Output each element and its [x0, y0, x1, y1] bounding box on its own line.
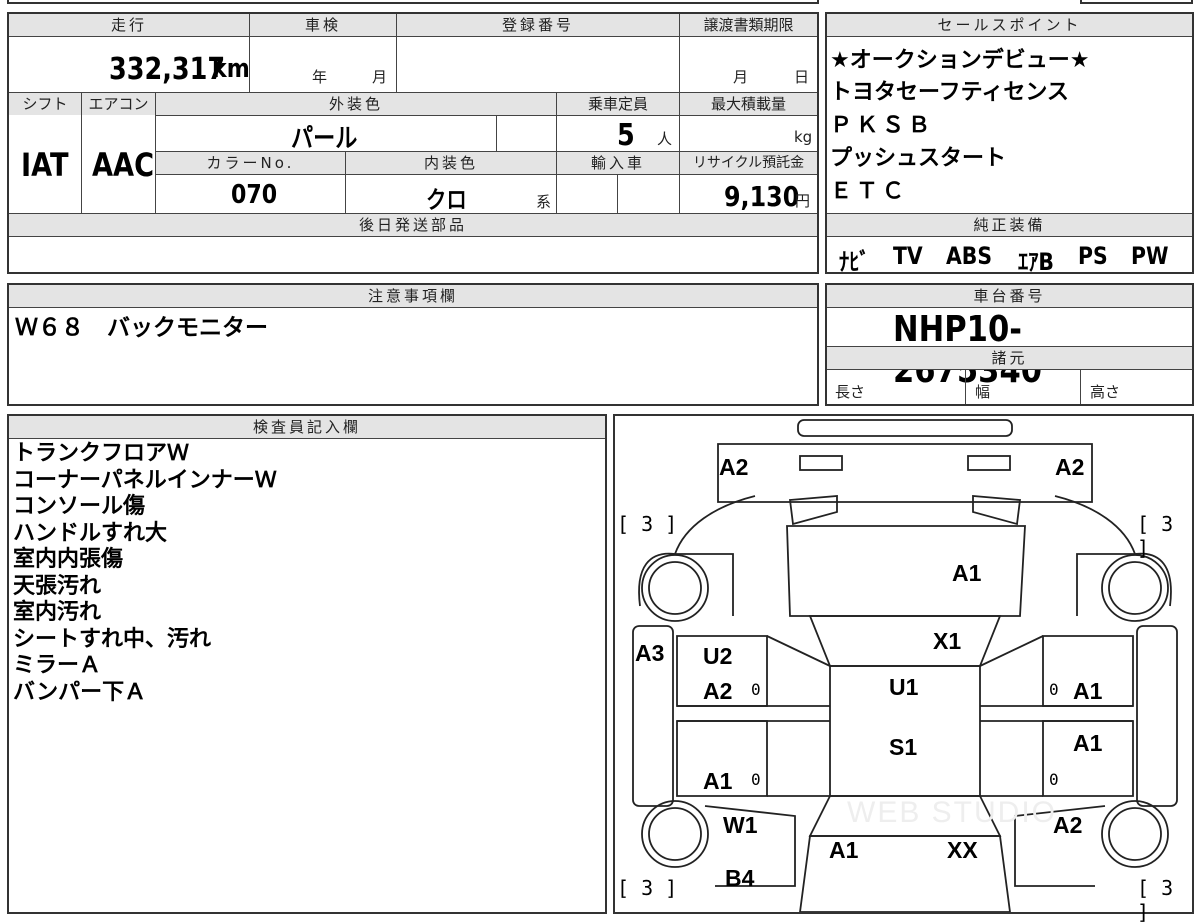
inspection-header: 車検	[250, 14, 396, 36]
damage-rear-left: A2	[719, 454, 749, 480]
mileage-unit: km	[212, 54, 250, 84]
capacity-header: 乗車定員	[557, 93, 679, 115]
max-load-header: 最大積載量	[680, 93, 817, 115]
damage-left-front-door: A1	[703, 768, 733, 794]
tire-mark-rear-left: [ 3 ]	[617, 512, 678, 536]
damage-hood-right: XX	[947, 837, 978, 863]
inspector-line: コンソール傷	[13, 494, 146, 519]
inspector-box: 検査員記入欄 トランクフロアＷ コーナーパネルインナーＷ コンソール傷 ハンドル…	[7, 414, 607, 914]
car-outline-diagram	[632, 419, 1178, 912]
inspector-line: 室内汚れ	[13, 600, 102, 625]
equipment-item: ABS	[945, 242, 992, 270]
notes-header: 注意事項欄	[9, 285, 817, 307]
equipment-list: ﾅﾋﾞ TV ABS ｴｱB PS PW	[839, 242, 1175, 277]
aircon-header: エアコン	[82, 93, 155, 115]
recycle-header: リサイクル預託金	[680, 152, 817, 174]
damage-left-rear-door-bottom: A2	[703, 678, 733, 704]
width-label: 幅	[975, 383, 991, 401]
vehicle-info-box: 走行 車検 登録番号 譲渡書類期限 332,317 km 年 月 月 日 シフト…	[7, 12, 819, 274]
inspector-notes: トランクフロアＷ コーナーパネルインナーＷ コンソール傷 ハンドルすれ大 室内内…	[13, 441, 277, 706]
inspector-header: 検査員記入欄	[9, 416, 605, 438]
sales-point-item: ＥＴＣ	[830, 179, 909, 204]
damage-right-rear-door: A1	[1073, 678, 1103, 704]
tire-mark-rear-right: [ 3 ]	[1137, 512, 1174, 560]
equipment-item: PW	[1131, 242, 1169, 270]
damage-left-front-zero: 0	[751, 770, 761, 789]
inspector-line: トランクフロアＷ	[13, 441, 190, 466]
spec-header: 諸元	[827, 347, 1192, 369]
damage-diagram-box: [ 3 ] [ 3 ] [ 3 ] [ 3 ] A2 A2 A1 X1 A3 U…	[613, 414, 1194, 924]
equipment-item: TV	[893, 242, 923, 270]
sales-point-item: ＰＫＳＢ	[830, 113, 935, 138]
damage-left-fender: W1	[723, 812, 758, 838]
exterior-color-value: パール	[291, 124, 358, 154]
inspector-line: ミラーＡ	[13, 653, 102, 678]
chassis-header: 車台番号	[827, 285, 1192, 307]
inspector-line: ハンドルすれ大	[13, 520, 168, 546]
inspector-line: 天張汚れ	[13, 573, 102, 599]
damage-left-quarter: A3	[635, 640, 665, 666]
color-no-header: カラーNo.	[156, 152, 345, 174]
height-label: 高さ	[1090, 383, 1121, 401]
damage-hood-left: A1	[829, 837, 859, 863]
max-load-unit: kg	[794, 128, 813, 146]
sales-point-item: ★オークションデビュー★	[830, 48, 1090, 73]
import-header: 輸入車	[557, 152, 679, 174]
later-parts-header: 後日発送部品	[9, 214, 817, 236]
inspector-line: シートすれ中、汚れ	[13, 626, 212, 652]
tire-mark-front-left: [ 3 ]	[617, 876, 678, 900]
equipment-item: PS	[1078, 242, 1109, 270]
damage-trunk: A1	[952, 560, 982, 586]
transfer-day-unit: 日	[794, 68, 810, 86]
registration-header: 登録番号	[397, 14, 679, 36]
chassis-box: 車台番号 NHP10-2675340 諸元 長さ 幅 高さ	[825, 283, 1194, 406]
transfer-header: 譲渡書類期限	[680, 14, 817, 36]
sales-points-header: セールスポイント	[827, 14, 1192, 36]
tire-mark-front-right: [ 3 ]	[1137, 876, 1174, 924]
damage-left-rear-door-top: U2	[703, 643, 733, 669]
damage-roof: U1	[889, 674, 919, 700]
recycle-fee-value: 9,130	[724, 180, 800, 213]
capacity-unit: 人	[657, 130, 673, 148]
damage-rear-right: A2	[1055, 454, 1085, 480]
interior-color-suffix: 系	[536, 193, 552, 211]
damage-right-front-door: A1	[1073, 730, 1103, 756]
inspector-line: 室内内張傷	[13, 547, 124, 572]
sales-points-box: セールスポイント ★オークションデビュー★ トヨタセーフティセンス ＰＫＳＢ プ…	[825, 12, 1194, 277]
capacity-value: 5	[617, 118, 635, 153]
color-no-value: 070	[231, 180, 278, 210]
equipment-item: ｴｱB	[1018, 248, 1055, 276]
damage-front-left: B4	[725, 865, 755, 891]
inspector-line: コーナーパネルインナーＷ	[13, 467, 277, 493]
watermark-text: WEB STUDIO	[847, 796, 1058, 829]
notes-text: Ｗ６８ バックモニター	[15, 315, 268, 341]
transfer-month-unit: 月	[733, 68, 749, 86]
damage-right-rear-zero: 0	[1049, 680, 1059, 699]
damage-roof-lower: S1	[889, 734, 918, 760]
damage-rear-glass: X1	[933, 628, 962, 654]
interior-color-value: クロ	[426, 186, 467, 214]
inspection-year-unit: 年	[312, 68, 328, 86]
notes-box: 注意事項欄 Ｗ６８ バックモニター	[7, 283, 819, 406]
top-strip-left	[7, 0, 819, 4]
shift-header: シフト	[9, 93, 81, 115]
top-strip-right	[1080, 0, 1193, 4]
mileage-header: 走行	[9, 14, 249, 36]
equipment-header: 純正装備	[827, 214, 1192, 236]
sales-point-item: トヨタセーフティセンス	[830, 80, 1069, 105]
damage-left-rear-zero: 0	[751, 680, 761, 699]
recycle-fee-unit: 円	[795, 192, 811, 210]
equipment-item: ﾅﾋﾞ	[839, 248, 870, 276]
inspector-line: バンパー下Ａ	[13, 679, 147, 705]
aircon-value: AAC	[92, 146, 155, 184]
interior-color-header: 内装色	[346, 152, 556, 174]
mileage-value: 332,317	[109, 52, 226, 87]
sales-point-item: プッシュスタート	[830, 146, 1007, 171]
damage-right-fender: A2	[1053, 812, 1083, 838]
length-label: 長さ	[835, 383, 866, 401]
damage-right-front-zero: 0	[1049, 770, 1059, 789]
inspection-month-unit: 月	[372, 68, 388, 86]
shift-value: IAT	[21, 146, 69, 184]
exterior-color-header: 外装色	[156, 93, 556, 115]
